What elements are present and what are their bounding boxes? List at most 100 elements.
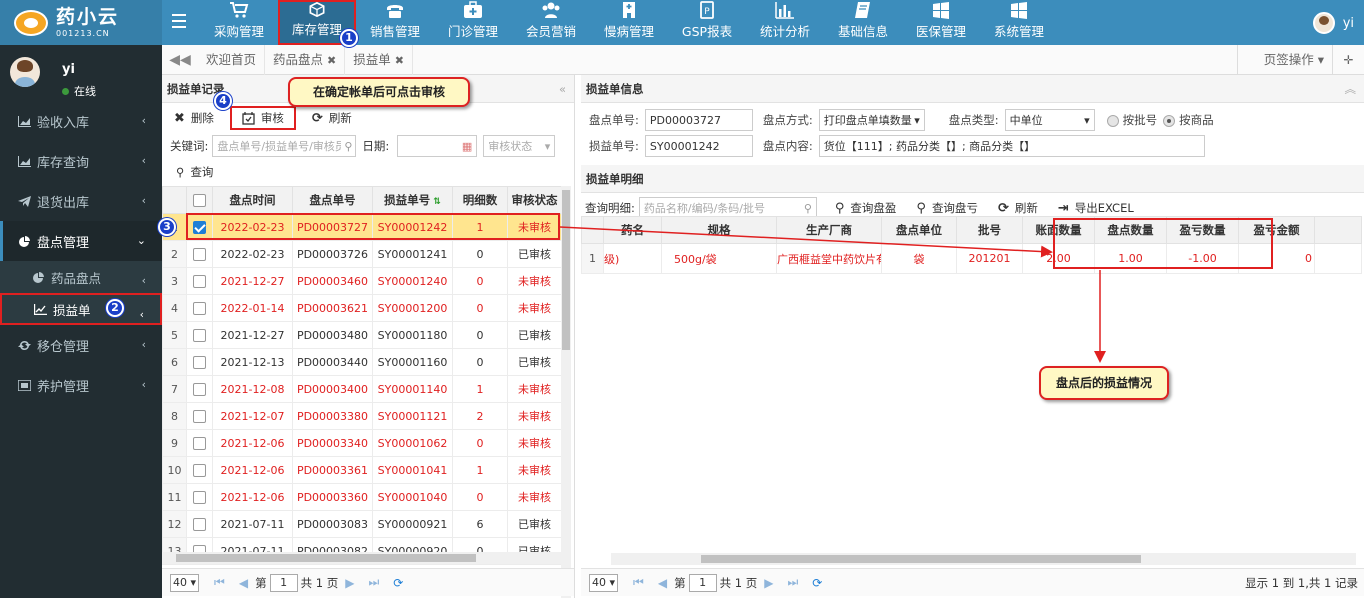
- page-size-select[interactable]: 40 ▾: [170, 573, 200, 592]
- row-checkbox[interactable]: [186, 267, 213, 295]
- reload-icon[interactable]: ⟳: [393, 576, 403, 590]
- content-field[interactable]: 货位【111】; 药品分类【】; 商品分类【】: [818, 135, 1205, 157]
- table-row[interactable]: 8 2021-12-07 PD00003380 SY00001121 2 未审核: [162, 402, 562, 430]
- table-row[interactable]: 4 2022-01-14 PD00003621 SY00001200 0 未审核: [162, 294, 562, 322]
- app-logo[interactable]: 药小云 001213.CN: [0, 0, 162, 45]
- row-checkbox[interactable]: [186, 294, 213, 322]
- table-row[interactable]: 6 2021-12-13 PD00003440 SY00001160 0 已审核: [162, 348, 562, 376]
- row-checkbox[interactable]: [186, 429, 213, 457]
- sidebar-item-stocktake[interactable]: 盘点管理 ⌄: [0, 221, 162, 261]
- sidebar-item-drug-stocktake[interactable]: 药品盘点 ‹: [0, 261, 162, 293]
- sidebar-item-receiving[interactable]: 验收入库 ‹: [0, 101, 162, 141]
- row-checkbox[interactable]: [186, 321, 213, 349]
- next-page-icon[interactable]: ▶: [764, 576, 773, 590]
- nav-system[interactable]: 系统管理: [980, 0, 1058, 45]
- row-checkbox[interactable]: [186, 375, 213, 403]
- col-header[interactable]: 盘点单号: [292, 186, 373, 214]
- close-icon[interactable]: ✖: [327, 54, 336, 67]
- table-row[interactable]: 3 2021-12-27 PD00003460 SY00001240 0 未审核: [162, 267, 562, 295]
- row-checkbox[interactable]: [186, 456, 213, 484]
- query-detail-label: 查询明细:: [585, 201, 635, 215]
- query-button[interactable]: ⚲ 查询: [162, 159, 574, 185]
- col-header[interactable]: 损益单号 ⇅: [372, 186, 453, 214]
- col-header[interactable]: 明细数: [452, 186, 508, 214]
- nav-chronic[interactable]: 慢病管理: [590, 0, 668, 45]
- cell-audit-status: 未审核: [507, 402, 562, 430]
- nav-clinic[interactable]: 门诊管理: [434, 0, 512, 45]
- sidebar-item-profit-loss[interactable]: 损益单 ‹: [0, 293, 162, 325]
- col-header[interactable]: 生产厂商: [776, 216, 882, 244]
- col-header[interactable]: 药名: [603, 216, 662, 244]
- table-row[interactable]: 5 2021-12-27 PD00003480 SY00001180 0 已审核: [162, 321, 562, 349]
- tab-drug-stocktake[interactable]: 药品盘点 ✖: [265, 44, 346, 75]
- next-page-icon[interactable]: ▶: [345, 576, 354, 590]
- refresh-button[interactable]: ⟳ 刷新: [308, 106, 356, 130]
- detail-hscroll[interactable]: [611, 553, 1356, 565]
- nav-purchase[interactable]: 采购管理: [200, 0, 278, 45]
- record-vscroll[interactable]: [561, 186, 571, 598]
- record-hscroll[interactable]: [162, 552, 561, 564]
- row-checkbox[interactable]: [186, 402, 213, 430]
- status-select[interactable]: 审核状态 ▾: [483, 135, 556, 157]
- sidebar-item-return[interactable]: 退货出库 ‹: [0, 181, 162, 221]
- prev-page-icon[interactable]: ◀: [658, 576, 667, 590]
- method-select[interactable]: 打印盘点单填数量 ▾: [818, 109, 925, 131]
- keyword-input[interactable]: 盘点单号/损益单号/审核员 ⚲: [212, 135, 357, 157]
- by-goods-radio[interactable]: 按商品: [1163, 112, 1214, 128]
- col-header[interactable]: 盘点单位: [881, 216, 957, 244]
- table-row[interactable]: 7 2021-12-08 PD00003400 SY00001140 1 未审核: [162, 375, 562, 403]
- nav-stats[interactable]: 统计分析: [746, 0, 824, 45]
- table-row[interactable]: 2 2022-02-23 PD00003726 SY00001241 0 已审核: [162, 240, 562, 268]
- prev-page-icon[interactable]: ◀: [239, 576, 248, 590]
- user-menu[interactable]: yi: [1312, 12, 1354, 34]
- col-header[interactable]: 批号: [956, 216, 1023, 244]
- page-input[interactable]: 1: [269, 573, 298, 592]
- row-checkbox[interactable]: [186, 510, 213, 538]
- nav-insurance[interactable]: 医保管理: [902, 0, 980, 45]
- cube-icon: [309, 2, 325, 17]
- svg-text:P: P: [704, 7, 710, 17]
- table-row[interactable]: 11 2021-12-06 PD00003360 SY00001040 0 未审核: [162, 483, 562, 511]
- page-ops-button[interactable]: 页签操作 ▾: [1236, 45, 1332, 75]
- tab-profit-loss[interactable]: 损益单 ✖: [345, 44, 413, 75]
- table-row[interactable]: 10 2021-12-06 PD00003361 SY00001041 1 未审核: [162, 456, 562, 484]
- table-row[interactable]: 12 2021-07-11 PD00003083 SY00000921 6 已审核: [162, 510, 562, 538]
- tab-home[interactable]: 欢迎首页: [198, 44, 266, 75]
- collapse-left-icon[interactable]: «: [559, 75, 566, 103]
- row-checkbox[interactable]: [186, 483, 213, 511]
- sidebar-item-maintenance[interactable]: 养护管理 ‹: [0, 365, 162, 405]
- row-checkbox[interactable]: [186, 348, 213, 376]
- sy-field[interactable]: SY00001242: [644, 135, 753, 157]
- audit-button[interactable]: 审核: [229, 106, 296, 130]
- nav-sales[interactable]: 销售管理: [356, 0, 434, 45]
- col-header[interactable]: 审核状态: [507, 186, 562, 214]
- page-size-select[interactable]: 40 ▾: [589, 573, 619, 592]
- col-header[interactable]: 规格: [661, 216, 777, 244]
- first-page-icon[interactable]: ⏮: [633, 575, 644, 590]
- fullscreen-icon[interactable]: ✛: [1332, 45, 1364, 75]
- nav-basic[interactable]: 基础信息: [824, 0, 902, 45]
- select-all-checkbox[interactable]: [186, 186, 213, 214]
- col-header[interactable]: 盘点时间: [212, 186, 293, 214]
- sidebar-item-transfer[interactable]: 移仓管理 ‹: [0, 325, 162, 365]
- close-icon[interactable]: ✖: [395, 54, 404, 67]
- delete-button[interactable]: ✖ 删除: [170, 106, 218, 130]
- menu-toggle-icon[interactable]: [172, 14, 186, 28]
- sidebar-item-stock-query[interactable]: 库存查询 ‹: [0, 141, 162, 181]
- nav-member[interactable]: 会员营销: [512, 0, 590, 45]
- row-checkbox[interactable]: [186, 240, 213, 268]
- table-row[interactable]: 9 2021-12-06 PD00003340 SY00001062 0 未审核: [162, 429, 562, 457]
- by-batch-radio[interactable]: 按批号: [1106, 112, 1157, 128]
- pd-field[interactable]: PD00003727: [644, 109, 753, 131]
- nav-gsp[interactable]: P GSP报表: [668, 0, 746, 45]
- last-page-icon[interactable]: ⏭: [787, 575, 798, 590]
- first-page-icon[interactable]: ⏮: [214, 575, 225, 590]
- page-input[interactable]: 1: [688, 573, 717, 592]
- cell-sy-no: SY00001160: [372, 348, 453, 376]
- last-page-icon[interactable]: ⏭: [368, 575, 379, 590]
- type-select[interactable]: 中单位 ▾: [1004, 109, 1095, 131]
- date-input[interactable]: ▦: [397, 135, 478, 157]
- reload-icon[interactable]: ⟳: [812, 576, 822, 590]
- tab-scroll-left-icon[interactable]: ◀◀: [162, 52, 198, 68]
- collapse-up-icon[interactable]: ︽: [1345, 75, 1357, 103]
